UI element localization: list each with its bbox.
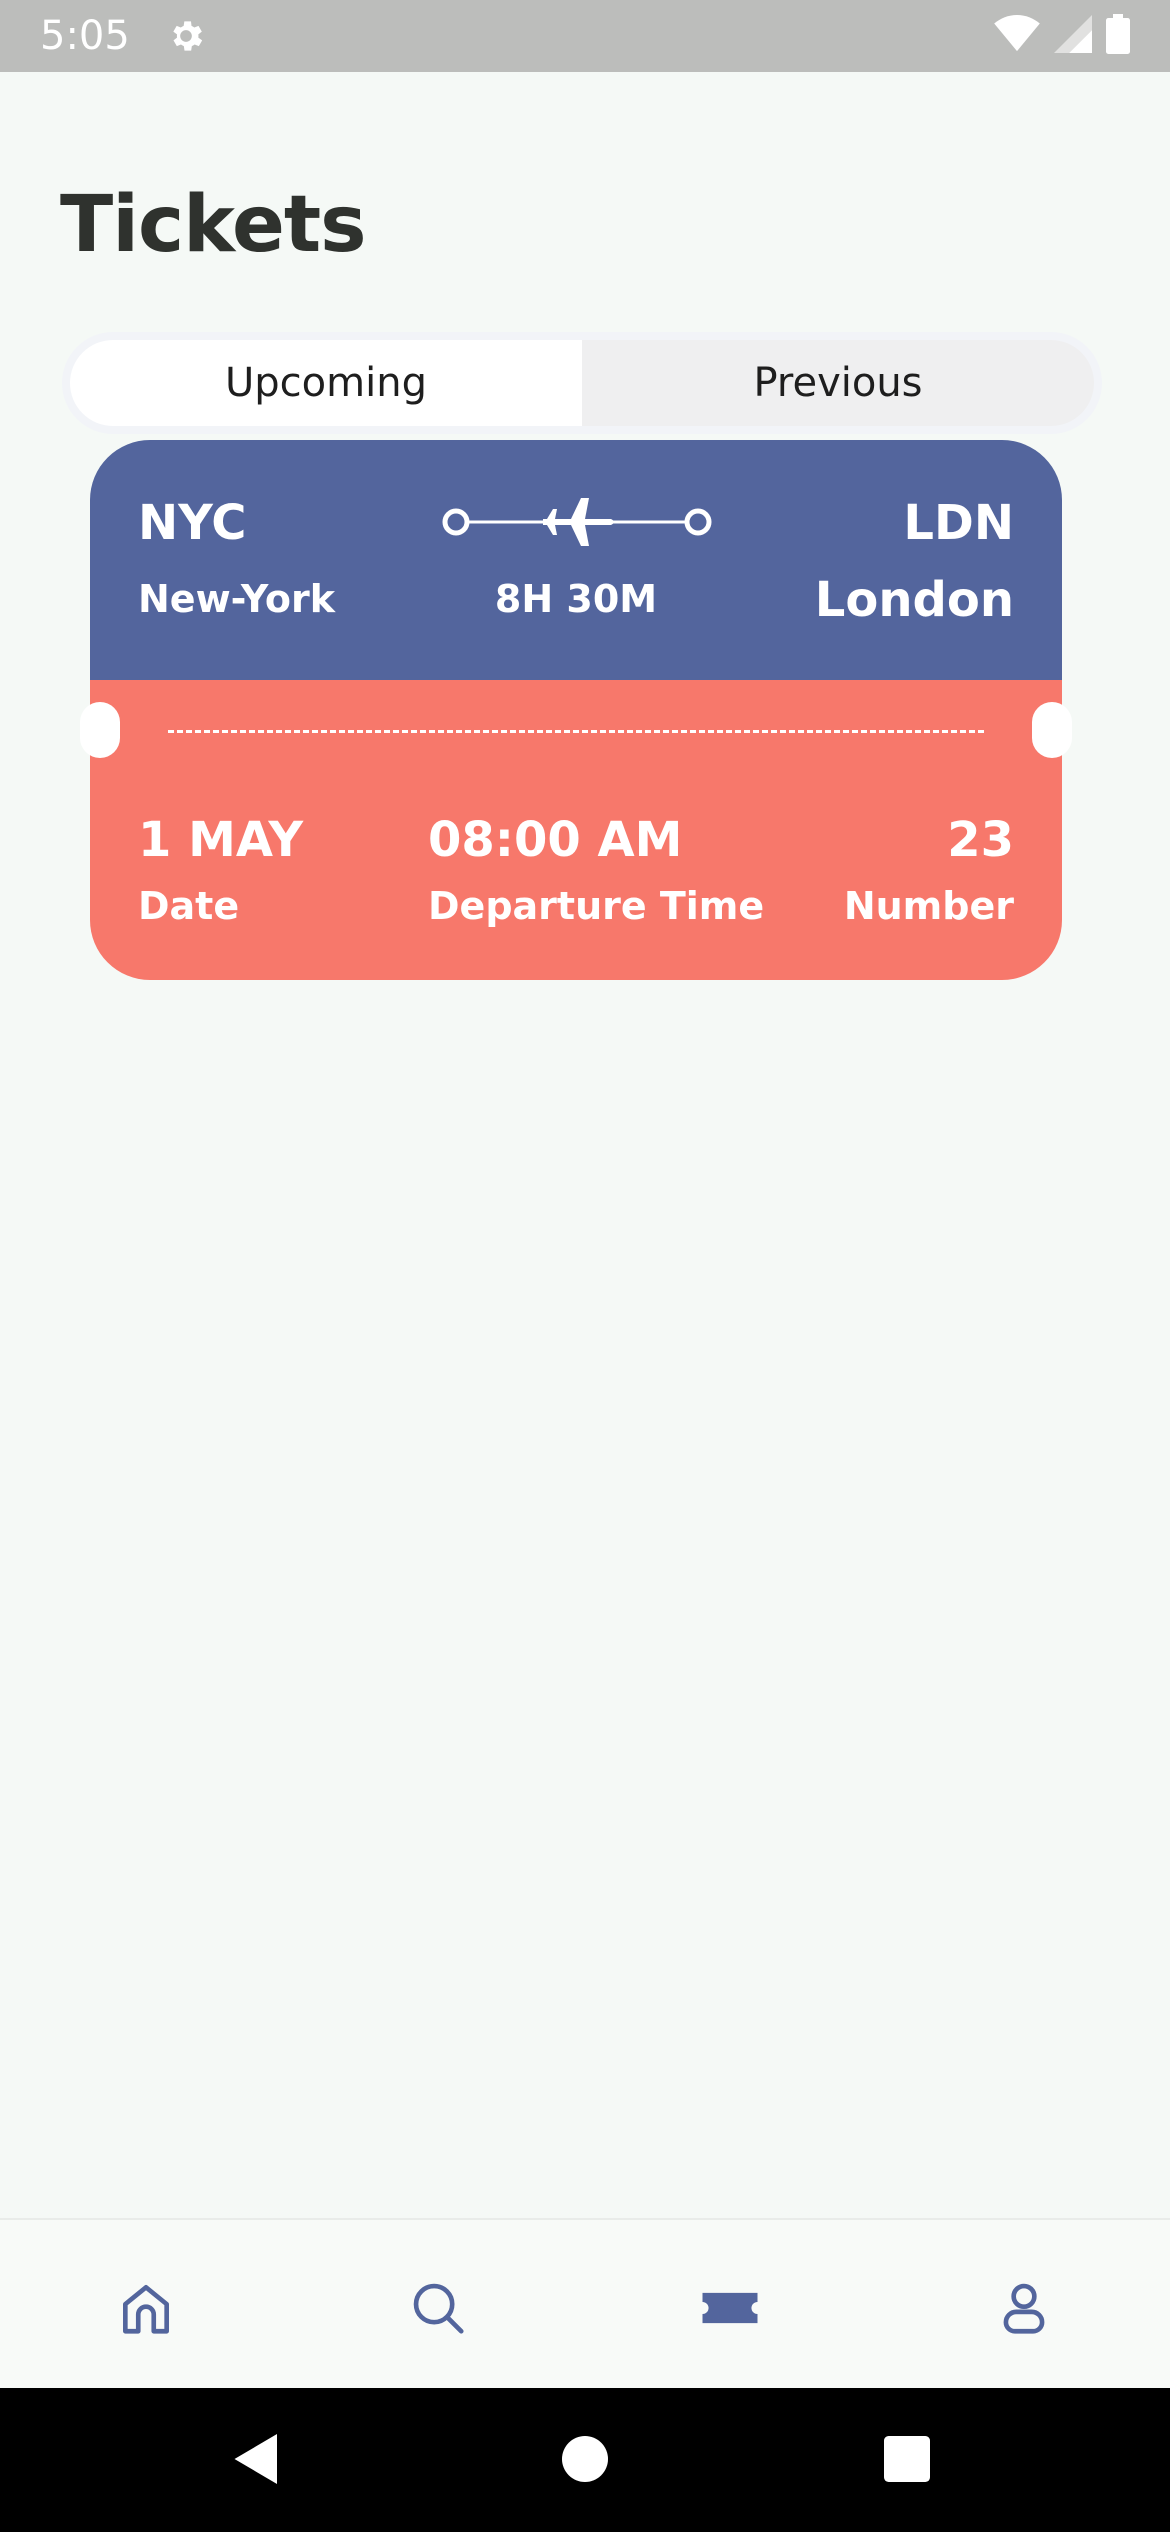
nav-home[interactable] <box>106 2268 186 2348</box>
ticket-card[interactable]: NYC New-York 8H 30M LDN London 1 MAY Dat… <box>80 440 1072 980</box>
home-circle-icon <box>562 2436 608 2482</box>
departure-time-label: Departure Time <box>428 884 765 928</box>
recents-icon <box>884 2436 930 2482</box>
system-nav-bar <box>0 2388 1170 2532</box>
origin-code: NYC <box>138 495 247 551</box>
page-title: Tickets <box>60 180 367 270</box>
wifi-icon <box>994 14 1040 58</box>
battery-icon <box>1106 13 1130 59</box>
home-icon <box>123 2285 169 2334</box>
status-bar: 5:05 <box>0 0 1170 72</box>
nav-profile[interactable] <box>984 2268 1064 2348</box>
status-time: 5:05 <box>40 13 130 59</box>
airplane-route-icon <box>442 498 712 546</box>
destination-code: LDN <box>903 495 1014 551</box>
system-recents-button[interactable] <box>872 2424 942 2494</box>
ticket-header <box>90 440 1062 680</box>
cellular-signal-icon <box>1054 14 1092 58</box>
status-icons <box>994 13 1130 59</box>
tab-previous[interactable]: Previous <box>582 340 1094 426</box>
ticket-perforation <box>168 730 984 733</box>
profile-icon <box>1003 2283 1045 2334</box>
ticket-number-label: Number <box>843 884 1014 928</box>
destination-city: London <box>814 572 1014 628</box>
ticket-notch-left <box>80 702 120 758</box>
ticket-notch-right <box>1032 702 1072 758</box>
search-icon <box>413 2283 464 2334</box>
departure-time-value: 08:00 AM <box>428 812 683 868</box>
date-label: Date <box>138 884 240 928</box>
settings-gear-icon <box>164 14 208 58</box>
tab-upcoming[interactable]: Upcoming <box>70 340 582 426</box>
back-icon <box>234 2434 277 2484</box>
tickets-screen: 5:05 Tickets Upcoming Previous NYC New-Y… <box>0 0 1170 2532</box>
date-value: 1 MAY <box>138 812 304 868</box>
ticket-number-value: 23 <box>947 812 1014 868</box>
flight-route <box>442 492 712 552</box>
nav-search[interactable] <box>398 2268 478 2348</box>
ticket-tabs: Upcoming Previous <box>62 332 1102 434</box>
system-back-button[interactable] <box>222 2424 292 2494</box>
bottom-nav <box>0 2218 1170 2388</box>
ticket-icon <box>702 2292 758 2324</box>
system-home-button[interactable] <box>550 2424 620 2494</box>
nav-tickets[interactable] <box>690 2268 770 2348</box>
